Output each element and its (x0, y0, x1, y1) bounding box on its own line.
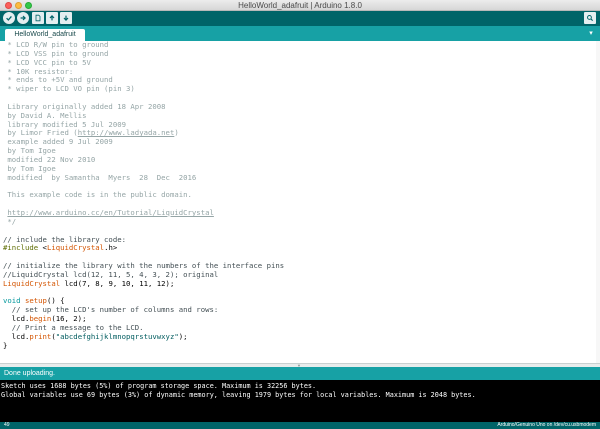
toolbar (0, 11, 600, 26)
code-token: modified by Samantha Myers 28 Dec 2016 (3, 172, 197, 182)
code-line[interactable]: LiquidCrystal lcd(7, 8, 9, 10, 11, 12); (3, 278, 284, 289)
tab-bar: HelloWorld_adafruit ▾ (0, 26, 600, 41)
line-number: 49 (4, 422, 10, 428)
code-token: LiquidCrystal (3, 278, 61, 288)
code-line[interactable]: This example code is in the public domai… (3, 190, 284, 200)
code-token: example added 9 Jul 2009 (3, 137, 113, 147)
code-token: (16, 2); (51, 314, 87, 324)
code-token: http://www.ladyada.net (77, 128, 175, 138)
code-line[interactable]: lcd.print("abcdefghijklmnopqrstuvwxyz"); (3, 331, 284, 342)
editor-scrollbar[interactable] (596, 41, 600, 363)
code-token: void (3, 296, 21, 306)
console-line: Sketch uses 1688 bytes (5%) of program s… (1, 382, 317, 390)
serial-monitor-button[interactable] (584, 12, 596, 24)
code-token: */ (3, 216, 17, 226)
console-text: Sketch uses 1688 bytes (5%) of program s… (1, 382, 476, 400)
console-line: Global variables use 69 bytes (3%) of dy… (1, 391, 476, 399)
code-token: Library originally added 18 Apr 2008 (3, 101, 166, 111)
code-line[interactable]: #include <LiquidCrystal.h> (3, 243, 284, 253)
code-line[interactable]: http://www.arduino.cc/en/Tutorial/Liquid… (3, 208, 284, 218)
new-file-icon (35, 14, 41, 22)
verify-button[interactable] (3, 12, 15, 24)
code-token: LiquidCrystal (46, 243, 105, 253)
code-token: // initialize the library with the numbe… (3, 261, 285, 271)
code-token: * LCD VCC pin to 5V (3, 57, 91, 67)
status-message: Done uploading. (4, 370, 55, 377)
code-line[interactable]: modified by Samantha Myers 28 Dec 2016 (3, 172, 284, 183)
code-token: by Tom Igoe (3, 146, 56, 156)
code-token: http://www.arduino.cc/en/Tutorial/Liquid… (7, 208, 214, 218)
check-icon (6, 15, 12, 21)
board-info: Arduino/Genuino Uno on /dev/cu.usbmodem (497, 422, 596, 428)
code-token: #include (3, 243, 43, 253)
window-title: HelloWorld_adafruit | Arduino 1.8.0 (238, 1, 362, 10)
save-sketch-button[interactable] (60, 12, 72, 24)
title-bar: HelloWorld_adafruit | Arduino 1.8.0 (0, 0, 600, 11)
code-line[interactable]: } (3, 340, 284, 351)
code-token: begin (29, 314, 52, 324)
code-token: lcd(7, 8, 9, 10, 11, 12); (60, 278, 175, 288)
code-token: library modified 5 Jul 2009 (3, 119, 127, 129)
code-token: * LCD VSS pin to ground (3, 48, 109, 58)
code-token: by Limor Fried ( (3, 128, 78, 138)
code-token: setup (24, 296, 47, 306)
upload-button[interactable] (17, 12, 29, 24)
code-token: "abcdefghijklmnopqrstuvwxyz" (55, 331, 179, 341)
code-token: print (29, 331, 52, 341)
code-text[interactable]: * LCD R/W pin to ground * LCD VSS pin to… (3, 41, 284, 351)
tab-helloworld-adafruit[interactable]: HelloWorld_adafruit (5, 29, 85, 41)
arrow-down-icon (63, 15, 69, 22)
code-token: // Print a message to the LCD. (3, 323, 144, 332)
code-token: ) (174, 128, 179, 138)
code-token: //LiquidCrystal lcd(12, 11, 5, 4, 3, 2);… (3, 269, 219, 279)
code-editor[interactable]: * LCD R/W pin to ground * LCD VSS pin to… (0, 41, 600, 363)
code-token: lcd. (3, 314, 30, 324)
footer-bar: 49 Arduino/Genuino Uno on /dev/cu.usbmod… (0, 422, 600, 429)
tab-menu-chevron-down-icon[interactable]: ▾ (587, 30, 595, 38)
new-sketch-button[interactable] (32, 12, 44, 24)
code-token: lcd. (3, 331, 30, 341)
code-token: () { (46, 296, 65, 306)
code-token: * wiper to LCD VO pin (pin 3) (3, 84, 135, 94)
code-token: modified 22 Nov 2010 (3, 154, 96, 164)
code-token: * LCD R/W pin to ground (3, 41, 109, 49)
code-token: } (3, 340, 8, 350)
code-token: // include the library code: (3, 234, 127, 244)
arrow-up-icon (49, 14, 55, 21)
code-token: .h> (104, 243, 118, 253)
code-token: * ends to +5V and ground (3, 75, 113, 85)
status-bar: Done uploading. (0, 367, 600, 380)
arrow-right-icon (20, 15, 26, 21)
code-token: by David A. Mellis (3, 110, 87, 120)
code-token: * 10K resistor: (3, 66, 74, 76)
code-token: This example code is in the public domai… (3, 190, 192, 200)
open-sketch-button[interactable] (46, 12, 58, 24)
code-token: by Tom Igoe (3, 163, 56, 173)
code-line[interactable]: * wiper to LCD VO pin (pin 3) (3, 84, 284, 94)
code-token: // set up the LCD's number of columns an… (3, 305, 219, 315)
code-token: ); (178, 331, 188, 341)
code-line[interactable]: */ (3, 216, 284, 227)
output-console[interactable]: Sketch uses 1688 bytes (5%) of program s… (0, 380, 600, 422)
magnifier-icon (587, 15, 594, 22)
